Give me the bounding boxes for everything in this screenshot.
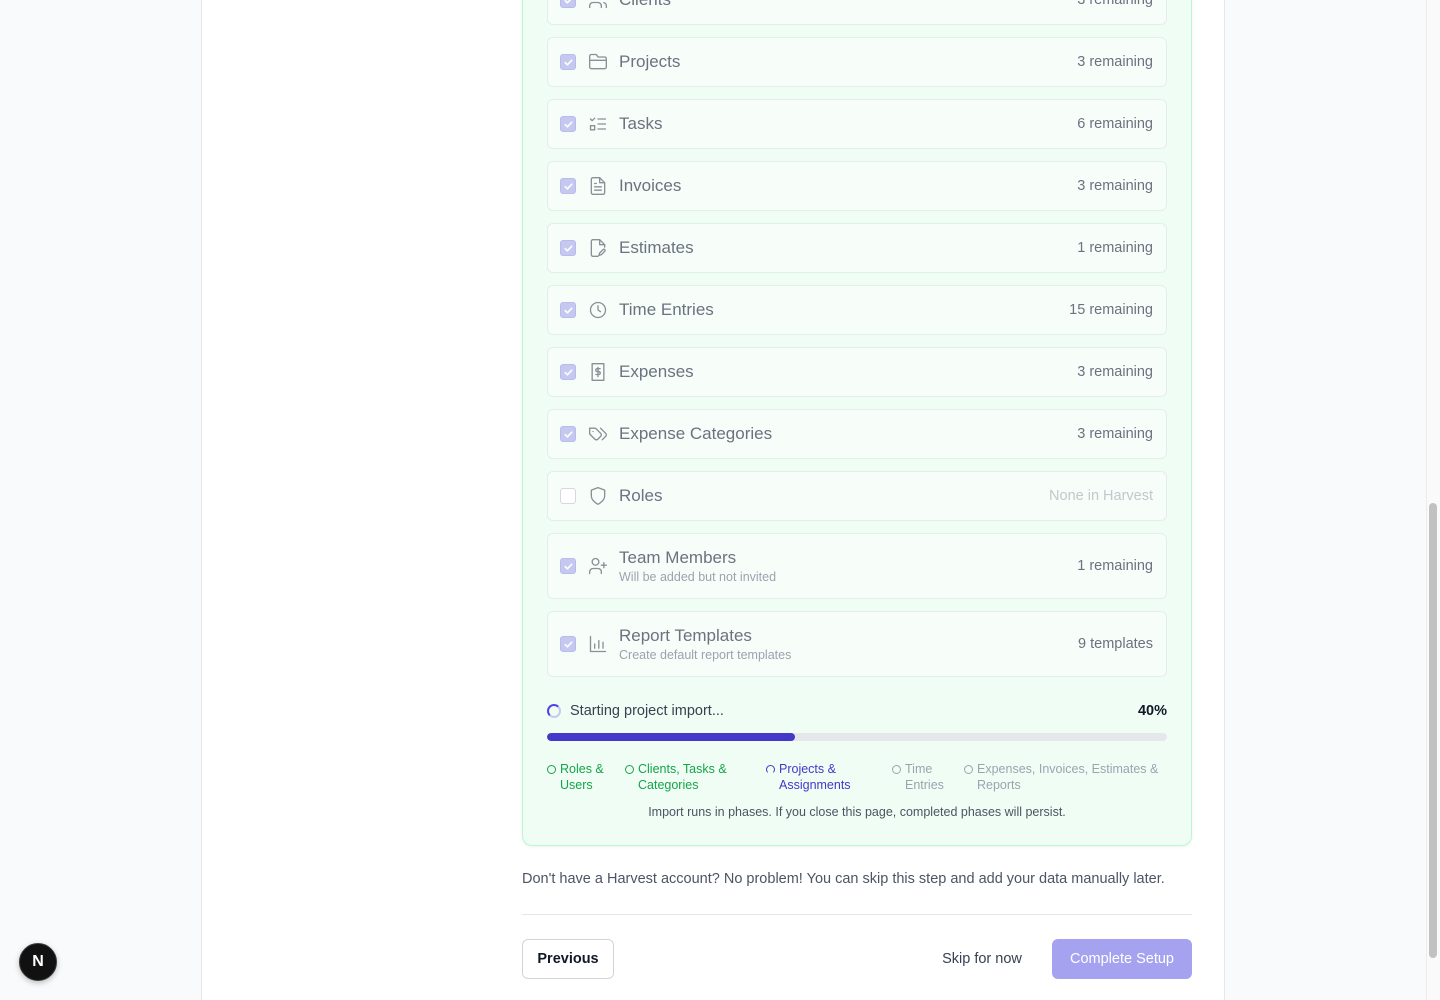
import-item-clients[interactable]: Clients3 remaining [547, 0, 1167, 25]
tags-icon [588, 424, 608, 444]
import-item-sublabel: Create default report templates [619, 648, 792, 662]
scrollbar-thumb[interactable] [1429, 503, 1437, 958]
import-item-checkbox[interactable] [560, 54, 576, 70]
skip-hint: Don't have a Harvest account? No problem… [522, 871, 1165, 887]
import-item-label: Team Members [619, 548, 737, 567]
import-item-label: Time Entries [619, 300, 714, 319]
import-item-label: Expenses [619, 362, 694, 381]
phase-note: Import runs in phases. If you close this… [648, 805, 1066, 819]
users-icon [588, 0, 608, 10]
folder-icon [588, 52, 608, 72]
phase-projects-assignments: Projects & Assignments [766, 761, 881, 793]
check-icon [563, 562, 573, 570]
import-item-count: 3 remaining [1077, 54, 1153, 70]
import-item-report-templates[interactable]: Report Templates Create default report te… [547, 611, 1167, 677]
circle-icon [964, 765, 973, 774]
import-item-invoices[interactable]: Invoices 3 remaining [547, 161, 1167, 211]
dev-tools-badge[interactable]: N [19, 943, 57, 981]
import-item-count: 3 remaining [1077, 0, 1153, 8]
import-item-label: Roles [619, 486, 663, 505]
footer-divider [522, 914, 1192, 915]
loading-spinner-icon [547, 704, 561, 718]
import-item-label: Report Templates [619, 626, 752, 645]
phase-roles-users: Roles & Users [547, 761, 617, 793]
import-item-count: 1 remaining [1077, 240, 1153, 256]
import-item-count: 15 remaining [1069, 302, 1153, 318]
check-icon [563, 430, 573, 438]
check-icon [563, 244, 573, 252]
list-checks-icon [588, 114, 608, 134]
import-item-expense-categories[interactable]: Expense Categories 3 remaining [547, 409, 1167, 459]
phase-label: Clients, Tasks & Categories [638, 762, 727, 792]
file-edit-icon [588, 238, 608, 258]
previous-button[interactable]: Previous [522, 939, 614, 979]
phase-label: Projects & Assignments [779, 762, 851, 792]
import-item-checkbox[interactable] [560, 488, 576, 504]
import-item-checkbox[interactable] [560, 178, 576, 194]
check-icon [563, 0, 571, 4]
check-icon [563, 306, 573, 314]
import-item-roles[interactable]: Roles None in Harvest [547, 471, 1167, 521]
import-status-text: Starting project import... [570, 703, 724, 719]
import-item-checkbox[interactable] [560, 302, 576, 318]
import-item-sublabel: Will be added but not invited [619, 570, 777, 584]
import-item-checkbox[interactable] [560, 0, 576, 8]
file-text-icon [588, 176, 608, 196]
import-item-estimates[interactable]: Estimates 1 remaining [547, 223, 1167, 273]
check-icon [563, 182, 573, 190]
import-item-count: 3 remaining [1077, 426, 1153, 442]
import-item-expenses[interactable]: Expenses 3 remaining [547, 347, 1167, 397]
import-item-checkbox[interactable] [560, 636, 576, 652]
import-item-projects[interactable]: Projects 3 remaining [547, 37, 1167, 87]
import-item-label: Clients [619, 0, 1077, 10]
phase-label: Roles & Users [560, 762, 604, 792]
check-icon [563, 120, 573, 128]
progress-bar-fill [547, 733, 795, 741]
import-item-count: 3 remaining [1077, 178, 1153, 194]
import-item-checkbox[interactable] [560, 116, 576, 132]
import-item-tasks[interactable]: Tasks 6 remaining [547, 99, 1167, 149]
check-circle-icon [625, 765, 634, 774]
check-icon [563, 58, 573, 66]
loading-icon [766, 765, 775, 774]
import-item-count: 9 templates [1078, 636, 1153, 652]
import-item-count: 1 remaining [1077, 558, 1153, 574]
receipt-dollar-icon [588, 362, 608, 382]
import-item-label: Estimates [619, 238, 694, 257]
phase-expenses-invoices-estimates-reports: Expenses, Invoices, Estimates & Reports [964, 761, 1172, 793]
import-phases: Roles & Users Clients, Tasks & Categories… [547, 761, 1172, 797]
import-item-label: Expense Categories [619, 424, 773, 443]
progress-bar [547, 733, 1167, 741]
phase-label: Expenses, Invoices, Estimates & Reports [977, 762, 1159, 792]
import-status-line: Starting project import... 40% [547, 701, 1167, 721]
clock-icon [588, 300, 608, 320]
import-item-checkbox[interactable] [560, 426, 576, 442]
check-icon [563, 368, 573, 376]
import-item-count: None in Harvest [1049, 488, 1153, 504]
phase-label: Time Entries [905, 762, 944, 792]
phase-time-entries: Time Entries [892, 761, 952, 793]
phase-clients-tasks-categories: Clients, Tasks & Categories [625, 761, 755, 793]
import-percent: 40% [1137, 703, 1167, 719]
circle-icon [892, 765, 901, 774]
skip-for-now-button[interactable]: Skip for now [928, 939, 1036, 979]
bar-chart-icon [588, 634, 608, 654]
import-item-count: 3 remaining [1077, 364, 1153, 380]
import-item-team-members[interactable]: Team Members Will be added but not invite… [547, 533, 1167, 599]
import-item-label: Tasks [619, 114, 663, 133]
user-plus-icon [588, 556, 608, 576]
import-item-count: 6 remaining [1077, 116, 1153, 132]
import-item-checkbox[interactable] [560, 364, 576, 380]
import-item-checkbox[interactable] [560, 240, 576, 256]
import-item-checkbox[interactable] [560, 558, 576, 574]
import-item-time-entries[interactable]: Time Entries 15 remaining [547, 285, 1167, 335]
complete-setup-button[interactable]: Complete Setup [1052, 939, 1192, 979]
check-circle-icon [547, 765, 556, 774]
check-icon [563, 640, 573, 648]
import-item-label: Projects [619, 52, 681, 71]
shield-icon [588, 486, 608, 506]
import-item-label: Invoices [619, 176, 682, 195]
